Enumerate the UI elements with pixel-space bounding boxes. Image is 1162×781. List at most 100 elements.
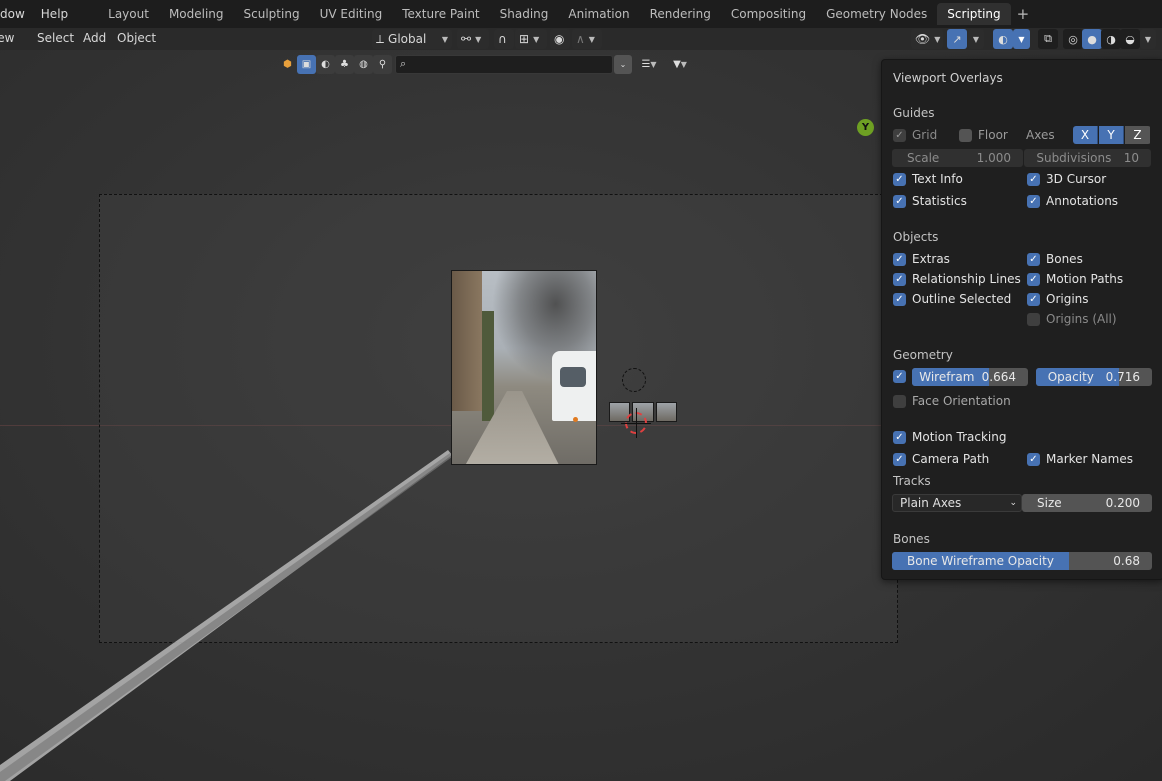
origins-all-label: Origins (All) [1046,312,1117,326]
solid-sphere-icon: ● [1087,32,1097,46]
tab-uv-editing[interactable]: UV Editing [310,3,393,25]
axis-z-toggle[interactable]: Z [1125,126,1150,144]
axis-x-toggle[interactable]: X [1073,126,1098,144]
snap-target-dropdown[interactable]: ⊞ ▼ [515,29,547,49]
shading-rendered-button[interactable]: ◒ [1120,29,1140,49]
overlays-icon: ◐ [998,32,1008,46]
opacity-value: 0.716 [1105,370,1140,384]
xray-toggle[interactable]: ⧉ [1038,29,1058,49]
y-axis-gizmo[interactable]: Y [857,119,874,136]
wireframe-label: Wirefram [919,370,975,384]
pivot-point-dropdown[interactable]: ⚯ ▼ [457,29,489,49]
check-icon: ✓ [893,430,906,444]
tab-shading[interactable]: Shading [490,3,559,25]
display-mode-icon[interactable]: ⬢ [278,55,297,74]
outline-selected-checkbox[interactable]: ✓ Outline Selected [893,292,1011,306]
opacity-slider[interactable]: Opacity 0.716 [1036,368,1152,386]
menu-view[interactable]: View [0,31,14,45]
opacity-label: Opacity [1047,370,1094,384]
camera-path-label: Camera Path [912,452,990,466]
text-info-checkbox[interactable]: ✓ Text Info [893,172,963,186]
tab-animation[interactable]: Animation [558,3,639,25]
filter-selectable-button[interactable]: ▣ [297,55,316,74]
menu-help[interactable]: Help [33,7,76,21]
check-icon: ✓ [1027,172,1040,186]
grid-checkbox[interactable]: ✓ Grid [893,128,937,142]
tab-sculpting[interactable]: Sculpting [234,3,310,25]
statistics-checkbox[interactable]: ✓ Statistics [893,194,967,208]
shading-dropdown[interactable]: ▼ [1140,29,1156,49]
menu-window[interactable]: dow [0,7,33,21]
check-icon: ✓ [1027,452,1040,466]
face-orientation-checkbox[interactable]: Face Orientation [893,394,1011,408]
grid-label: Grid [912,128,938,142]
falloff-dropdown[interactable]: ∧ ▼ [572,29,602,49]
shading-wireframe-button[interactable]: ◎ [1063,29,1083,49]
bone-wireframe-opacity-slider[interactable]: Bone Wireframe Opacity 0.68 [892,552,1152,570]
gizmo-dropdown[interactable]: ▼ [968,29,984,49]
filter-dropdown[interactable]: ▼ ▼ [666,55,694,74]
motion-paths-checkbox[interactable]: ✓ Motion Paths [1027,272,1123,286]
snap-toggle[interactable]: ∩ [494,29,514,49]
gizmo-toggle[interactable]: ↗ [947,29,967,49]
subdivisions-label: Subdivisions [1036,151,1112,165]
3d-cursor-icon[interactable] [621,408,651,438]
overlays-toggle[interactable]: ◐ [993,29,1013,49]
axis-y-toggle[interactable]: Y [1099,126,1124,144]
viewport-header: View Select Add Object ⟂ Global ▼ ⚯▼ ∩ ⊞… [0,28,1162,50]
visibility-dropdown[interactable]: 👁 ▼ [911,29,943,49]
tracks-display-dropdown[interactable]: Plain Axes ⌄ [892,494,1022,512]
scale-field[interactable]: Scale 1.000 [892,149,1023,167]
tab-rendering[interactable]: Rendering [640,3,721,25]
extras-label: Extras [912,252,950,266]
origins-all-checkbox[interactable]: Origins (All) [1027,312,1117,326]
lights-icon: ♣ [340,59,349,70]
section-geometry: Geometry [893,348,953,362]
floor-checkbox[interactable]: Floor [959,128,1008,142]
filter-lights-button[interactable]: ♣ [335,55,354,74]
camera-icon: ⚲ [378,59,387,70]
tab-geometry-nodes[interactable]: Geometry Nodes [816,3,937,25]
scale-label: Scale [907,151,940,165]
origins-checkbox[interactable]: ✓ Origins [1027,292,1089,306]
filter-toggle-button[interactable]: ⌄ [614,55,632,74]
outline-selected-label: Outline Selected [912,292,1012,306]
overlays-dropdown[interactable]: ▼ [1013,29,1030,49]
tab-modeling[interactable]: Modeling [159,3,234,25]
3d-cursor-checkbox[interactable]: ✓ 3D Cursor [1027,172,1106,186]
marker-names-label: Marker Names [1046,452,1133,466]
falloff-curve-icon: ∧ [576,32,585,46]
chevron-down-icon: ▼ [972,34,980,44]
motion-tracking-checkbox[interactable]: ✓ Motion Tracking [893,430,1006,444]
menu-object[interactable]: Object [117,31,156,45]
menu-select[interactable]: Select [37,31,74,45]
tab-texture-paint[interactable]: Texture Paint [392,3,489,25]
search-input[interactable]: ⌕ [395,55,613,74]
proportional-edit-toggle[interactable]: ◉ [550,29,570,49]
shading-material-button[interactable]: ◑ [1101,29,1121,49]
light-object[interactable] [622,368,646,392]
chevron-down-icon: ▼ [680,60,687,69]
tab-compositing[interactable]: Compositing [721,3,816,25]
add-workspace-button[interactable]: + [1011,5,1036,23]
subdivisions-field[interactable]: Subdivisions 10 [1024,149,1151,167]
bones-checkbox[interactable]: ✓ Bones [1027,252,1083,266]
check-icon: ✓ [1027,272,1040,286]
transform-orientation-dropdown[interactable]: ⟂ Global ▼ [372,29,452,49]
camera-path-checkbox[interactable]: ✓ Camera Path [893,452,989,466]
annotations-checkbox[interactable]: ✓ Annotations [1027,194,1118,208]
tab-layout[interactable]: Layout [98,3,159,25]
menu-add[interactable]: Add [83,31,106,45]
sort-dropdown[interactable]: ☰ ▼ [635,55,663,74]
marker-names-checkbox[interactable]: ✓ Marker Names [1027,452,1133,466]
filter-object-button[interactable]: ◐ [316,55,335,74]
tab-scripting[interactable]: Scripting [937,3,1011,25]
relationship-lines-checkbox[interactable]: ✓ Relationship Lines [893,272,1021,286]
filter-world-button[interactable]: ◍ [354,55,373,74]
tracks-size-field[interactable]: Size 0.200 [1022,494,1152,512]
extras-checkbox[interactable]: ✓ Extras [893,252,950,266]
filter-camera-button[interactable]: ⚲ [373,55,392,74]
wireframe-checkbox[interactable]: ✓ [893,370,906,383]
wireframe-slider[interactable]: Wirefram 0.664 [912,368,1028,386]
shading-solid-button[interactable]: ● [1082,29,1102,49]
